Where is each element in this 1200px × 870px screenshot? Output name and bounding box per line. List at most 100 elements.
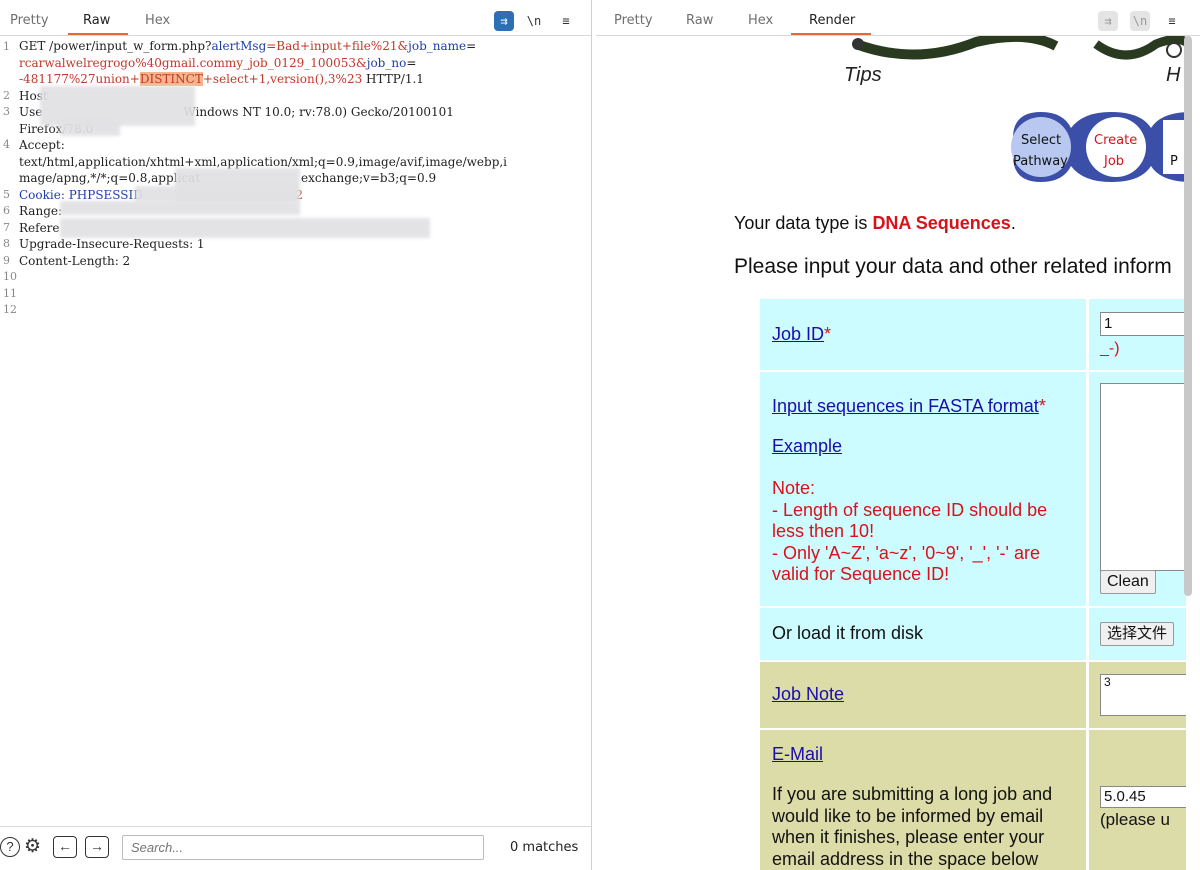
line-number: 11 (3, 287, 17, 300)
fasta-textarea[interactable] (1100, 383, 1186, 571)
fasta-link[interactable]: Input sequences in FASTA format* (772, 396, 1046, 417)
search-box (122, 835, 484, 860)
email-desc-line: email address in the space below (772, 848, 1039, 869)
response-pane: Pretty Raw Hex Render ⇉ \n ≡ Tips H Sele… (596, 0, 1200, 870)
email-link[interactable]: E-Mail (772, 744, 823, 765)
load-disk-label: Or load it from disk (772, 623, 924, 643)
job-note-label-cell: Job Note (760, 662, 1086, 728)
back-button[interactable]: ← (53, 836, 77, 858)
header-content-length: Content-Length: 2 (19, 253, 131, 268)
render-scrollbar[interactable] (1184, 36, 1192, 596)
data-type-value: DNA Sequences (872, 213, 1011, 233)
line-number: 12 (3, 303, 17, 316)
required-star: * (1038, 396, 1046, 416)
param-value: +select+1,version(),3%23 (202, 72, 363, 86)
help-icon[interactable]: ? (0, 837, 20, 857)
note-title: Note: (772, 478, 816, 498)
example-link[interactable]: Example (772, 436, 842, 457)
note-line: - Only 'A~Z', 'a~z', '0~9', '_', '-' are (772, 542, 1040, 563)
redaction-blur (40, 86, 195, 126)
tab-raw[interactable]: Raw (686, 13, 713, 28)
tab-hex[interactable]: Hex (748, 13, 773, 28)
line-number: 1 (3, 40, 10, 53)
line-number: 5 (3, 188, 10, 201)
raw-request-editor[interactable]: 1 2 3 4 5 6 7 8 9 10 11 12 GET /power/in… (0, 38, 591, 823)
wrap-lines-icon[interactable]: ⇉ (1098, 11, 1118, 31)
menu-icon[interactable]: ≡ (556, 11, 576, 31)
header-value: Windows NT 10.0; rv:78.0) Gecko/20100101 (183, 105, 454, 119)
email-input-cell: 5.0.45 (please u (1089, 730, 1186, 870)
load-disk-input-cell: 选择文件 (1089, 608, 1186, 660)
email-label-cell: E-Mail If you are submitting a long job … (760, 730, 1086, 870)
tips-label: Tips (844, 64, 882, 86)
clean-button[interactable]: Clean (1100, 570, 1156, 594)
job-id-input[interactable]: 1 (1100, 312, 1186, 336)
line-number: 4 (3, 138, 10, 151)
header-range: Range: (19, 204, 63, 218)
row-email: E-Mail If you are submitting a long job … (760, 730, 1186, 870)
newline-toggle-icon[interactable]: \n (1130, 11, 1150, 31)
row-job-note: Job Note 3 (760, 662, 1186, 728)
response-tabs: Pretty Raw Hex Render ⇉ \n ≡ (596, 8, 1200, 36)
workflow-steps (1011, 112, 1186, 182)
request-line-cont: rcarwalwelregrogo%40gmail.commy_job_0129… (19, 55, 416, 72)
param-eq: = (406, 55, 417, 70)
param-key: job_name (408, 39, 467, 53)
email-desc-line: If you are submitting a long job and (772, 784, 1053, 804)
tab-pretty[interactable]: Pretty (614, 13, 653, 28)
line-number: 10 (3, 270, 17, 283)
redaction-blur (60, 122, 120, 136)
job-note-input-cell: 3 (1089, 662, 1186, 728)
job-note-input[interactable]: 3 (1100, 674, 1186, 716)
instructions-heading: Please input your data and other related… (734, 255, 1172, 278)
request-pane: Pretty Raw Hex ⇉ \n ≡ 1 2 3 4 5 6 7 8 9 … (0, 0, 592, 870)
active-tab-indicator (791, 33, 871, 35)
choose-file-button[interactable]: 选择文件 (1100, 622, 1175, 646)
job-id-label[interactable]: Job ID (772, 324, 824, 344)
forward-button[interactable]: → (85, 836, 109, 858)
workflow-step-select[interactable]: Select (1021, 133, 1061, 148)
tab-render[interactable]: Render (809, 13, 855, 28)
help-label: H (1166, 64, 1181, 86)
menu-icon[interactable]: ≡ (1162, 11, 1182, 31)
line-number: 9 (3, 254, 10, 267)
param-value: =Bad+input+file%21& (266, 39, 409, 53)
email-input[interactable]: 5.0.45 (1100, 786, 1186, 808)
request-method-path: GET /power/input_w_form.php? (19, 39, 212, 53)
job-id-input-cell: 1 _-) (1089, 299, 1186, 370)
header-value: Cookie: PHPSESSID (19, 187, 143, 202)
note-line: valid for Sequence ID! (772, 564, 950, 584)
tab-raw[interactable]: Raw (83, 13, 110, 28)
newline-toggle-icon[interactable]: \n (524, 11, 544, 31)
header-value: mage/apng,*/*;q=0.8,applicat (19, 171, 201, 185)
request-line: GET /power/input_w_form.php?alertMsg=Bad… (19, 38, 476, 55)
header-accept: Accept: (19, 138, 65, 152)
row-job-id: Job ID* 1 _-) (760, 299, 1186, 370)
line-number: 6 (3, 204, 10, 217)
tab-pretty[interactable]: Pretty (10, 13, 49, 28)
fasta-note: Note: - Length of sequence ID should be … (772, 478, 1072, 586)
job-note-link[interactable]: Job Note (772, 684, 844, 705)
workflow-step-pathway[interactable]: Pathway (1013, 154, 1068, 169)
header-name: Use (19, 105, 43, 119)
http-version: HTTP/1.1 (362, 72, 424, 86)
email-description: If you are submitting a long job and wou… (772, 784, 1082, 870)
wrap-lines-icon[interactable]: ⇉ (494, 11, 514, 31)
settings-icon[interactable]: ⚙ (24, 835, 41, 858)
email-desc-line: would like to be informed by email (772, 805, 1044, 826)
search-highlight: DISTINCT (139, 72, 203, 86)
param-value: -481177%27union+ (19, 72, 140, 86)
fasta-label[interactable]: Input sequences in FASTA format (772, 396, 1039, 416)
tab-hex[interactable]: Hex (145, 13, 170, 28)
active-tab-indicator (68, 33, 128, 35)
job-id-hint: _-) (1100, 340, 1120, 357)
data-type-line: Your data type is DNA Sequences. (734, 213, 1016, 234)
search-input[interactable] (123, 836, 483, 859)
fasta-label-cell: Input sequences in FASTA format* Example… (760, 372, 1086, 606)
load-disk-label-cell: Or load it from disk (760, 608, 1086, 660)
required-star: * (824, 324, 832, 344)
note-line: less then 10! (772, 521, 875, 541)
job-id-link[interactable]: Job ID* (772, 324, 831, 345)
line-number: 7 (3, 221, 10, 234)
line-number: 2 (3, 89, 10, 102)
